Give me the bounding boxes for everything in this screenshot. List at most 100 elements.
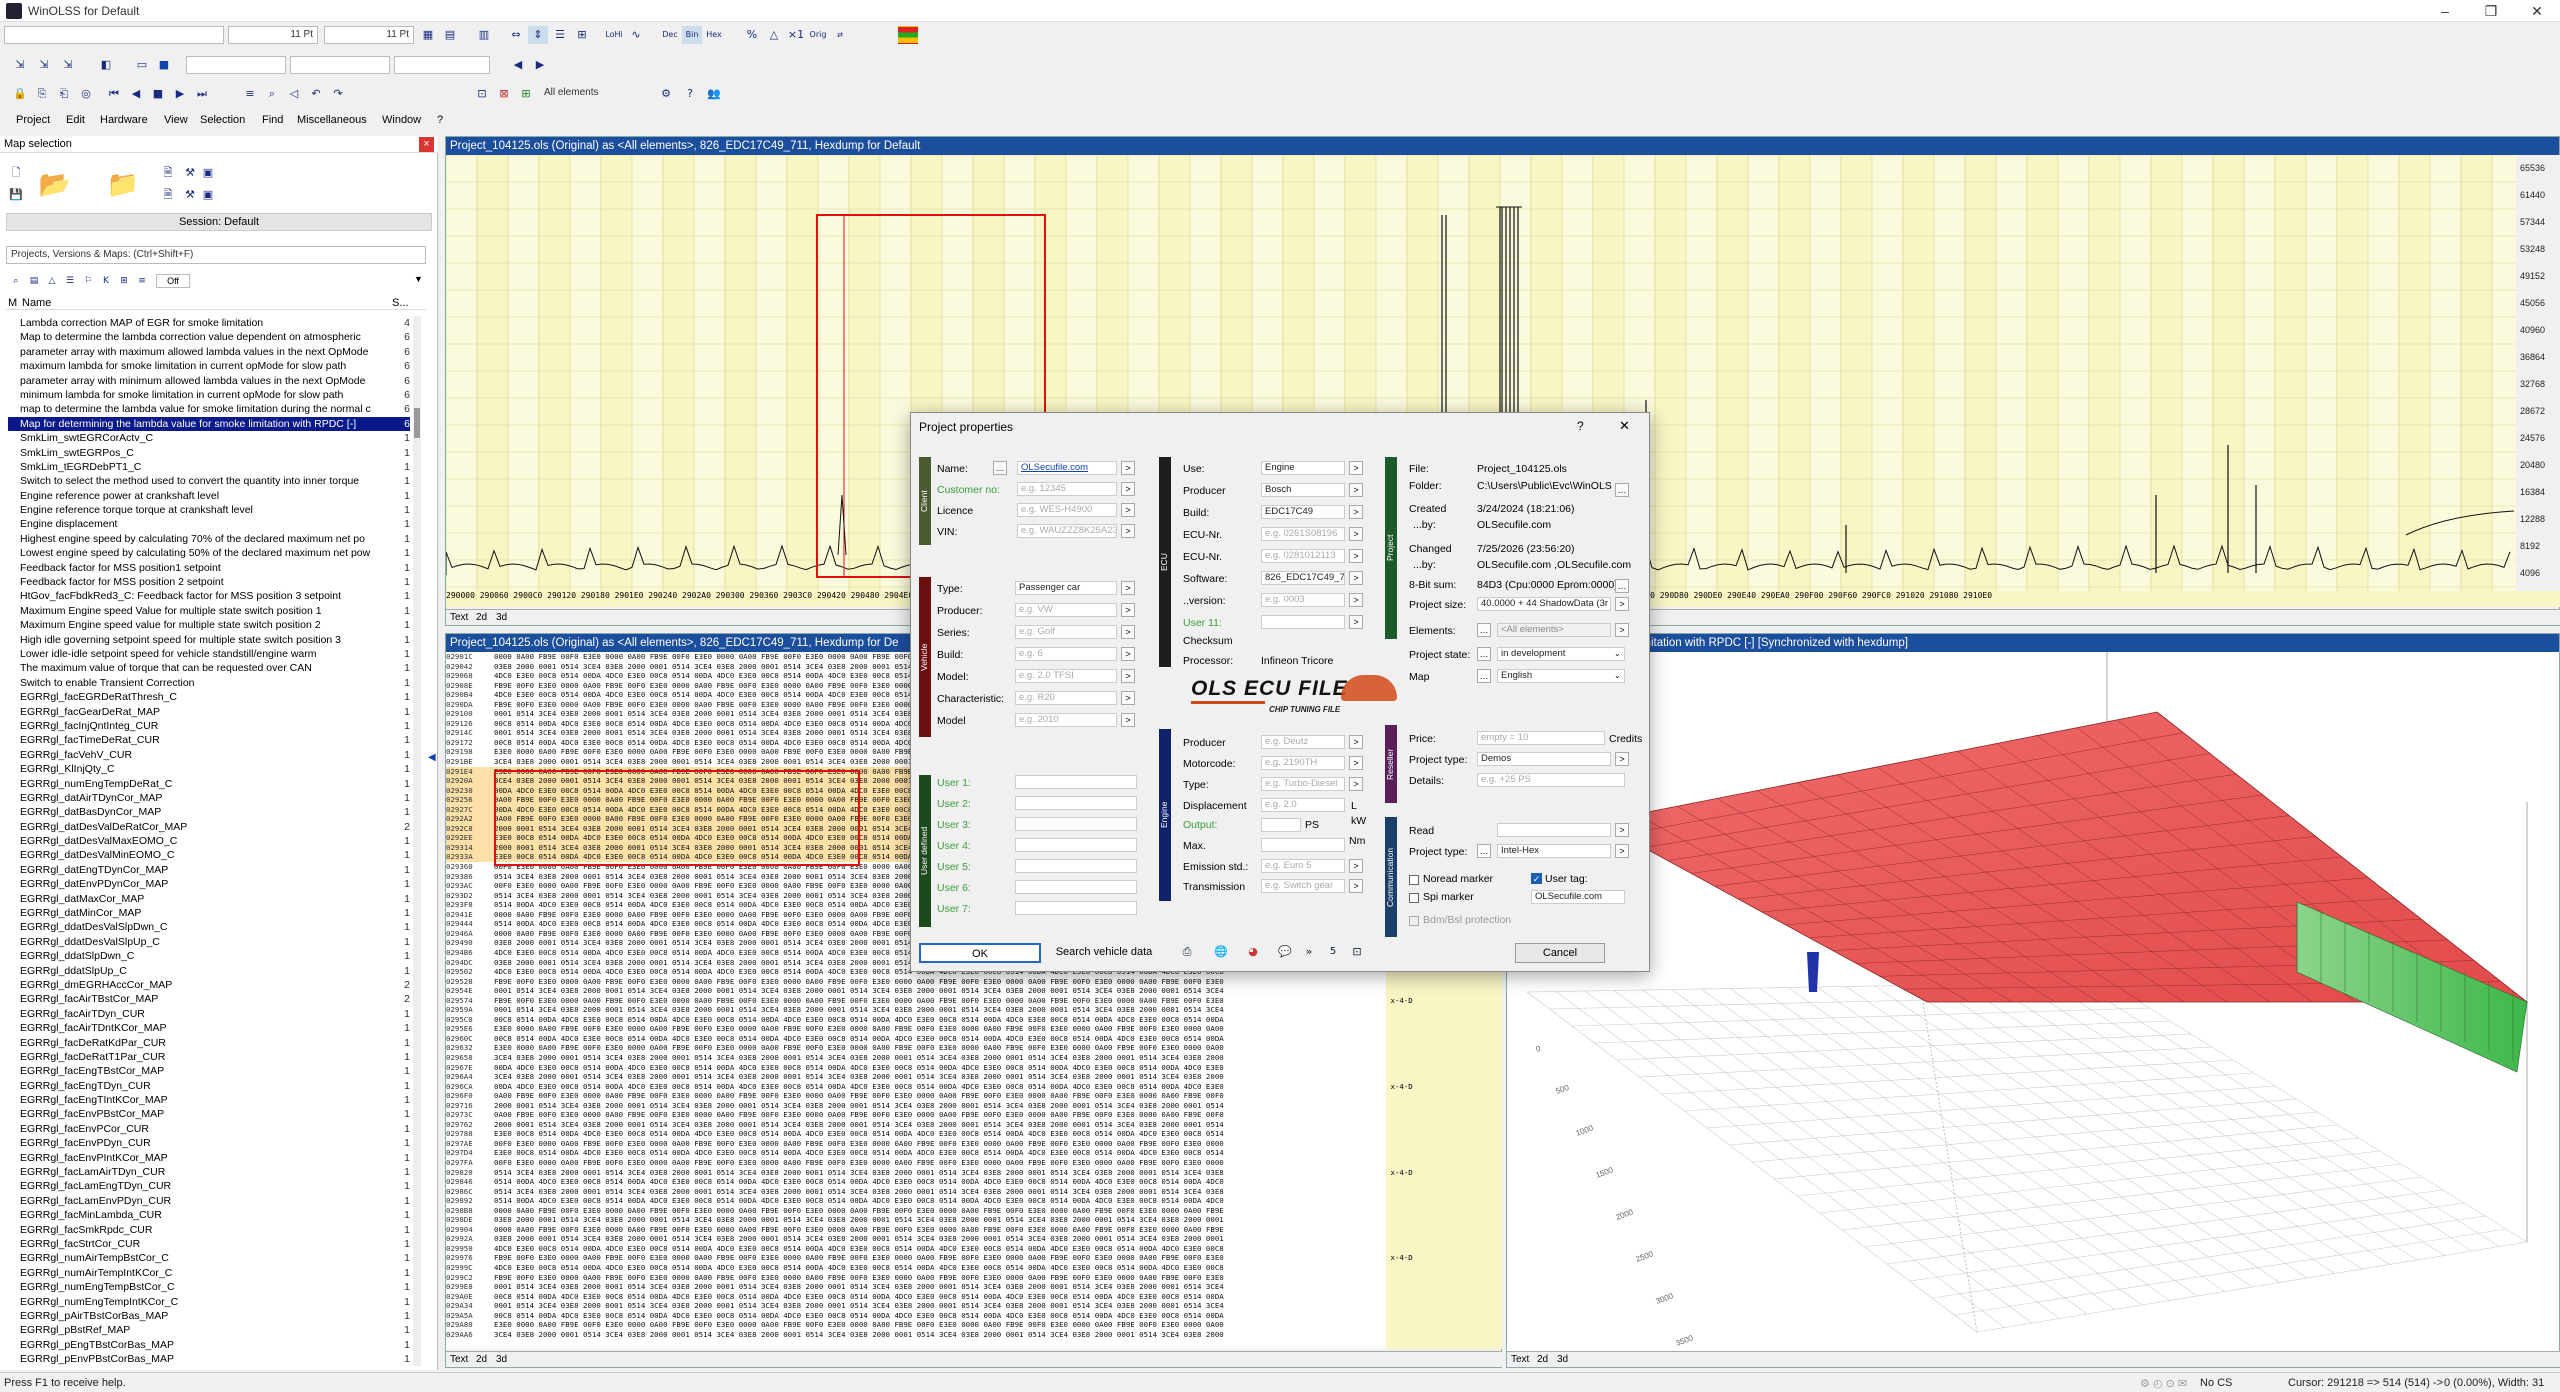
hex-row[interactable]: 029A5A 00C8 0514 00DA 4DC0 E3E0 00C8 0514… [446, 1311, 1386, 1321]
first-icon[interactable]: ⏮ [104, 85, 124, 103]
list-item[interactable]: EGRRgl_ddatSlpDwn_C 1 [8, 949, 410, 963]
read-arrow[interactable]: > [1615, 823, 1629, 837]
software-arrow[interactable]: > [1349, 571, 1363, 585]
value-field-2[interactable] [290, 56, 390, 74]
font-field[interactable] [4, 26, 224, 44]
list-item[interactable]: EGRRgl_pEngTBstCorBas_MAP 1 [8, 1338, 410, 1352]
list-item[interactable]: EGRRgl_facGearDeRat_MAP 1 [8, 705, 410, 719]
list-item[interactable]: Engine reference power at crankshaft lev… [8, 489, 410, 503]
tab-2d[interactable]: 2d [1537, 1354, 1548, 1365]
map-green-icon[interactable]: ⊞ [516, 85, 536, 103]
list-item[interactable]: EGRRgl_numEngTempIntKCor_C 1 [8, 1295, 410, 1309]
state-more[interactable]: … [1477, 647, 1491, 661]
columns-icon[interactable]: ▥ [474, 26, 494, 44]
window2-icon[interactable]: ■ [154, 56, 174, 74]
tools-icon[interactable]: ⚒ [180, 164, 200, 182]
last-icon[interactable]: ⏭ [192, 85, 212, 103]
filter-a-icon[interactable]: ⌕ [6, 272, 26, 290]
ascii-row[interactable] [1386, 1282, 1502, 1292]
elements-more[interactable]: … [1477, 623, 1491, 637]
list-item[interactable]: EGRRgl_ddatSlpUp_C 1 [8, 964, 410, 978]
list-item[interactable]: Feedback factor for MSS position 2 setpo… [8, 575, 410, 589]
etype-arrow[interactable]: > [1349, 777, 1363, 791]
hex-row[interactable]: 0296A4 3CE4 03E8 2000 0001 0514 3CE4 03E8… [446, 1072, 1386, 1082]
off-toggle[interactable]: Off [156, 274, 190, 288]
hex-icon[interactable]: Hex [704, 26, 724, 44]
close-panel-icon[interactable]: × [419, 137, 434, 152]
menu-view[interactable]: View [164, 114, 188, 126]
hex-row[interactable]: 0296CA 00DA 4DC0 E3E0 00C8 0514 00DA 4DC0… [446, 1082, 1386, 1092]
name-input[interactable]: OLSecufile.com [1017, 461, 1117, 475]
users-icon[interactable]: 👥 [704, 85, 724, 103]
tab-3d[interactable]: 3d [496, 612, 507, 623]
char-input[interactable]: e.g. R20 [1015, 691, 1117, 705]
hex-row[interactable]: 029A80 E3E0 0000 0A00 FB9E 00F0 E3E0 0000… [446, 1320, 1386, 1330]
eproducer-input[interactable]: Bosch [1261, 483, 1345, 497]
list-item[interactable]: Switch to enable Transient Correction 1 [8, 676, 410, 690]
name-arrow[interactable]: > [1121, 461, 1135, 475]
hex-row[interactable]: 029A34 0001 0514 3CE4 03E8 2000 0001 0514… [446, 1301, 1386, 1311]
list-item[interactable]: EGRRgl_datAirTDynCor_MAP 1 [8, 791, 410, 805]
search-vehicle-button[interactable]: Search vehicle data [1049, 943, 1159, 963]
ascii-row[interactable] [1386, 1072, 1502, 1082]
map-red-icon[interactable]: ⊠ [494, 85, 514, 103]
graph-3d[interactable]: 0 500 1000 1500 2000 2500 3000 3500 [1507, 652, 2559, 1349]
forward-double-icon[interactable]: » [1299, 943, 1319, 961]
ascii-row[interactable] [1386, 1292, 1502, 1302]
ascii-row[interactable] [1386, 1091, 1502, 1101]
map-icon[interactable]: ⊡ [472, 85, 492, 103]
table-icon[interactable]: ▤ [440, 26, 460, 44]
hex-row[interactable]: 0295C0 00C8 0514 00DA 4DC0 E3E0 00C8 0514… [446, 1015, 1386, 1025]
list-item[interactable]: EGRRgl_facTimeDeRat_CUR 1 [8, 733, 410, 747]
user-field-input[interactable] [1015, 901, 1137, 915]
list-item[interactable]: EGRRgl_facEngTBstCor_MAP 1 [8, 1064, 410, 1078]
menu-hardware[interactable]: Hardware [100, 114, 148, 126]
list-icon[interactable]: ≡ [240, 85, 260, 103]
compare-icon[interactable]: ◧ [96, 56, 116, 74]
next-icon[interactable]: ▶ [170, 85, 190, 103]
noread-checkbox[interactable] [1409, 875, 1419, 885]
list-item[interactable]: EGRRgl_facLamEnvPDyn_CUR 1 [8, 1194, 410, 1208]
list-item[interactable]: HtGov_facFbdkRed3_C: Feedback factor for… [8, 589, 410, 603]
close-button[interactable]: ✕ [1619, 418, 1630, 434]
orig-icon[interactable]: Orig [808, 26, 828, 44]
help-button[interactable]: ? [1577, 419, 1584, 433]
list-item[interactable]: Map for determining the lambda value for… [8, 416, 410, 432]
usertag-input[interactable]: OLSecufile.com [1531, 890, 1625, 904]
list-item[interactable]: EGRRgl_datDesValMaxEOMO_C 1 [8, 834, 410, 848]
use-arrow[interactable]: > [1349, 461, 1363, 475]
ascii-row[interactable] [1386, 1301, 1502, 1311]
hex-row[interactable]: 029762 2000 0001 0514 3CE4 03E8 2000 0001… [446, 1120, 1386, 1130]
import-icon[interactable]: ⇲ [10, 56, 30, 74]
hex-row[interactable]: 02999C 4DC0 E3E0 00C8 0514 00DA 4DC0 E3E0… [446, 1263, 1386, 1273]
ascii-row[interactable] [1386, 986, 1502, 996]
licence-input[interactable]: e.g. WES-H4900 [1017, 503, 1117, 517]
window-icon[interactable]: ▭ [132, 56, 152, 74]
list-item[interactable]: minimum lambda for smoke limitation in c… [8, 388, 410, 402]
motorcode-arrow[interactable]: > [1349, 756, 1363, 770]
read-input[interactable] [1497, 823, 1611, 837]
series-input[interactable]: e.g. Golf [1015, 625, 1117, 639]
ascii-row[interactable]: x-4-D [1386, 1253, 1502, 1263]
filter-h-icon[interactable]: ≡ [132, 272, 152, 290]
hex-row[interactable]: 0297AE 00F0 E3E0 0000 0A00 FB9E 00F0 E3E0… [446, 1139, 1386, 1149]
new-icon[interactable]: 🗋 [6, 164, 26, 182]
list-item[interactable]: SmkLim_tEGRDebPT1_C 1 [8, 460, 410, 474]
hex-row[interactable]: 029716 2000 0001 0514 3CE4 03E8 2000 0001… [446, 1101, 1386, 1111]
list-item[interactable]: EGRRgl_facAirTDyn_CUR 1 [8, 1007, 410, 1021]
list-item[interactable]: EGRRgl_facVehV_CUR 1 [8, 748, 410, 762]
list-item[interactable]: EGRRgl_facEnvPDyn_CUR 1 [8, 1136, 410, 1150]
list-item[interactable]: EGRRgl_facEnvPIntKCor_MAP 1 [8, 1151, 410, 1165]
list-item[interactable]: EGRRgl_datEnvPDynCor_MAP 1 [8, 877, 410, 891]
user-field-input[interactable] [1015, 880, 1137, 894]
list-item[interactable]: Lambda correction MAP of EGR for smoke l… [8, 316, 410, 330]
settings-icon[interactable]: ⚙ [656, 85, 676, 103]
list-item[interactable]: EGRRgl_facLamEngTDyn_CUR 1 [8, 1179, 410, 1193]
list-item[interactable]: EGRRgl_facAirTBstCor_MAP 2 [8, 992, 410, 1006]
list-item[interactable]: EGRRgl_ddatDesValSlpDwn_C 1 [8, 920, 410, 934]
vin-arrow[interactable]: > [1121, 524, 1135, 538]
list-item[interactable]: EGRRgl_facEngTIntKCor_MAP 1 [8, 1093, 410, 1107]
list-item[interactable]: EGRRgl_pBstRef_MAP 1 [8, 1323, 410, 1337]
list-item[interactable]: EGRRgl_facDeRatT1Par_CUR 1 [8, 1050, 410, 1064]
tab-3d[interactable]: 3d [1557, 1354, 1568, 1365]
